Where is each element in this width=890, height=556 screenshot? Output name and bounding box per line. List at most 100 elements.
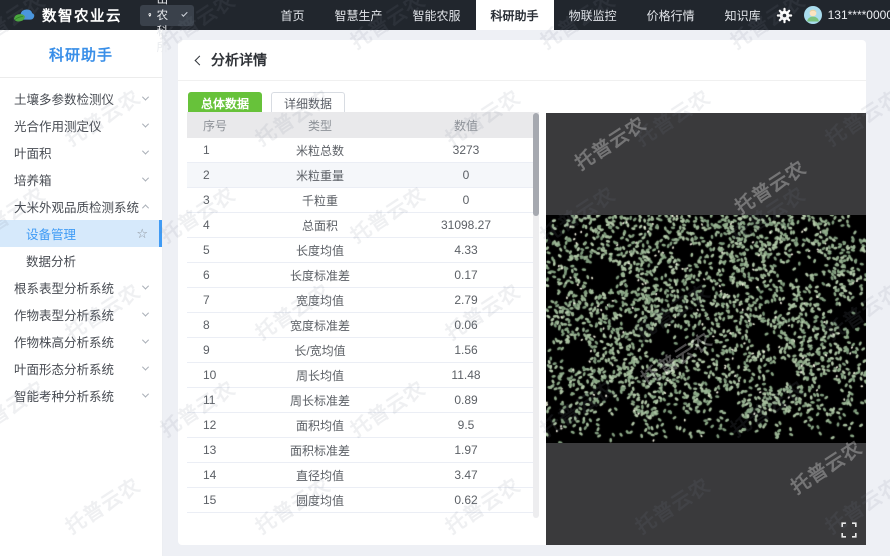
table-cell: 13 — [187, 443, 247, 457]
table-cell: 10 — [187, 368, 247, 382]
table-cell: 3 — [187, 193, 247, 207]
sidebar-menu: 土壤多参数检测仪光合作用测定仪叶面积培养箱大米外观品质检测系统设备管理 ☆ 数据分析… — [0, 78, 162, 409]
table-cell: 宽度均值 — [247, 292, 393, 309]
table-body: 1米粒总数32732米粒重量03千粒重04总面积31098.275长度均值4.3… — [187, 138, 539, 513]
user-avatar — [804, 6, 822, 24]
table-row: 10周长均值11.48 — [187, 363, 539, 388]
org-selector-dropdown[interactable]: 萧山农科所 — [140, 5, 194, 26]
chevron-down-icon — [142, 364, 149, 371]
favorite-star-icon[interactable]: ☆ — [136, 227, 148, 240]
watermark-text: 托普云农 — [569, 113, 651, 176]
table-cell: 8 — [187, 318, 247, 332]
sidebar-item[interactable]: 光合作用测定仪 — [0, 112, 162, 139]
sidebar-item[interactable]: 根系表型分析系统 — [0, 274, 162, 301]
topnav-item[interactable]: 价格行情 — [632, 0, 710, 30]
topnav-item[interactable]: 首页 — [266, 0, 320, 30]
chevron-down-icon — [142, 148, 149, 155]
sidebar-item[interactable]: 叶面形态分析系统 — [0, 355, 162, 382]
table-cell: 总面积 — [247, 217, 393, 234]
sidebar-item-label: 作物株高分析系统 — [14, 332, 114, 351]
chevron-down-icon — [142, 121, 149, 128]
table-cell: 9.5 — [393, 418, 539, 432]
table-cell: 7 — [187, 293, 247, 307]
sidebar-subitem-label: 数据分析 — [26, 251, 76, 270]
topnav-item[interactable]: 科研助手 — [476, 0, 554, 30]
col-header-index: 序号 — [187, 117, 247, 134]
topnav-item[interactable]: 物联监控 — [554, 0, 632, 30]
sidebar-subitem-label: 设备管理 — [26, 224, 76, 243]
table-cell: 1 — [187, 143, 247, 157]
table-header-row: 序号 类型 数值 — [187, 112, 539, 138]
chevron-down-icon — [142, 310, 149, 317]
table-cell: 6 — [187, 268, 247, 282]
user-menu[interactable]: 131****0000 — [804, 6, 890, 24]
table-row: 3千粒重0 — [187, 188, 539, 213]
settings-gear-icon[interactable] — [776, 7, 793, 24]
back-button[interactable] — [195, 55, 205, 65]
data-tabs: 总体数据 详细数据 — [178, 81, 866, 115]
sidebar-item-label: 光合作用测定仪 — [14, 116, 102, 135]
org-selector-value: 萧山农科所 — [157, 0, 178, 55]
table-cell: 面积均值 — [247, 417, 393, 434]
topbar-right-cluster: 131****0000 — [776, 6, 890, 24]
sidebar-item[interactable]: 培养箱 — [0, 166, 162, 193]
table-cell: 圆度均值 — [247, 492, 393, 509]
chevron-down-icon — [142, 94, 149, 101]
sidebar-item-label: 土壤多参数检测仪 — [14, 89, 114, 108]
sidebar-item[interactable]: 作物表型分析系统 — [0, 301, 162, 328]
table-row: 11周长标准差0.89 — [187, 388, 539, 413]
table-cell: 长度均值 — [247, 242, 393, 259]
sidebar-item-label: 大米外观品质检测系统 — [14, 197, 139, 216]
table-cell: 9 — [187, 343, 247, 357]
table-cell: 14 — [187, 468, 247, 482]
fullscreen-icon[interactable] — [841, 522, 857, 538]
sidebar-item[interactable]: 作物株高分析系统 — [0, 328, 162, 355]
col-header-value: 数值 — [393, 117, 539, 134]
sidebar-item[interactable]: 叶面积 — [0, 139, 162, 166]
table-cell: 米粒总数 — [247, 142, 393, 159]
table-cell: 米粒重量 — [247, 167, 393, 184]
chevron-down-icon — [142, 391, 149, 398]
sidebar-item[interactable]: 智能考种分析系统 — [0, 382, 162, 409]
table-cell: 4 — [187, 218, 247, 232]
table-scrollbar-track[interactable] — [533, 112, 539, 518]
user-phone: 131****0000 — [828, 8, 890, 22]
table-row: 7宽度均值2.79 — [187, 288, 539, 313]
table-scrollbar-thumb[interactable] — [533, 113, 539, 216]
table-cell: 周长标准差 — [247, 392, 393, 409]
table-row: 4总面积31098.27 — [187, 213, 539, 238]
analysis-table: 序号 类型 数值 1米粒总数32732米粒重量03千粒重04总面积31098.2… — [187, 112, 539, 520]
topnav-item[interactable]: 知识库 — [710, 0, 776, 30]
sidebar-item[interactable]: 大米外观品质检测系统 — [0, 193, 162, 220]
table-cell: 宽度标准差 — [247, 317, 393, 334]
sidebar-subitem[interactable]: 数据分析 — [0, 247, 162, 274]
sidebar-item-label: 叶面积 — [14, 143, 52, 162]
table-cell: 直径均值 — [247, 467, 393, 484]
sidebar-item[interactable]: 土壤多参数检测仪 — [0, 85, 162, 112]
main-nav: 首页智慧生产智能农服科研助手物联监控价格行情知识库 — [266, 0, 776, 30]
table-cell: 长/宽均值 — [247, 342, 393, 359]
table-row: 6长度标准差0.17 — [187, 263, 539, 288]
table-cell: 11 — [187, 393, 247, 407]
location-pin-icon — [148, 9, 152, 21]
card-header: 分析详情 — [178, 40, 866, 81]
topnav-item[interactable]: 智慧生产 — [320, 0, 398, 30]
table-cell: 0 — [393, 193, 539, 207]
table-cell: 0 — [393, 168, 539, 182]
chevron-down-icon — [142, 337, 149, 344]
table-cell: 3.47 — [393, 468, 539, 482]
sidebar-subitem[interactable]: 设备管理 ☆ — [0, 220, 162, 247]
table-cell: 1.97 — [393, 443, 539, 457]
table-cell: 面积标准差 — [247, 442, 393, 459]
brand: 数智农业云 — [0, 5, 122, 26]
chevron-up-icon — [142, 204, 149, 211]
table-cell: 0.17 — [393, 268, 539, 282]
sidebar: 科研助手 土壤多参数检测仪光合作用测定仪叶面积培养箱大米外观品质检测系统设备管理… — [0, 30, 163, 556]
table-row: 5长度均值4.33 — [187, 238, 539, 263]
table-cell: 3273 — [393, 143, 539, 157]
page-title: 分析详情 — [211, 50, 267, 70]
table-cell: 2 — [187, 168, 247, 182]
table-row: 13面积标准差1.97 — [187, 438, 539, 463]
main-area: 分析详情 总体数据 详细数据 序号 类型 数值 1米粒总数32732米粒重量03… — [163, 30, 890, 556]
topnav-item[interactable]: 智能农服 — [398, 0, 476, 30]
